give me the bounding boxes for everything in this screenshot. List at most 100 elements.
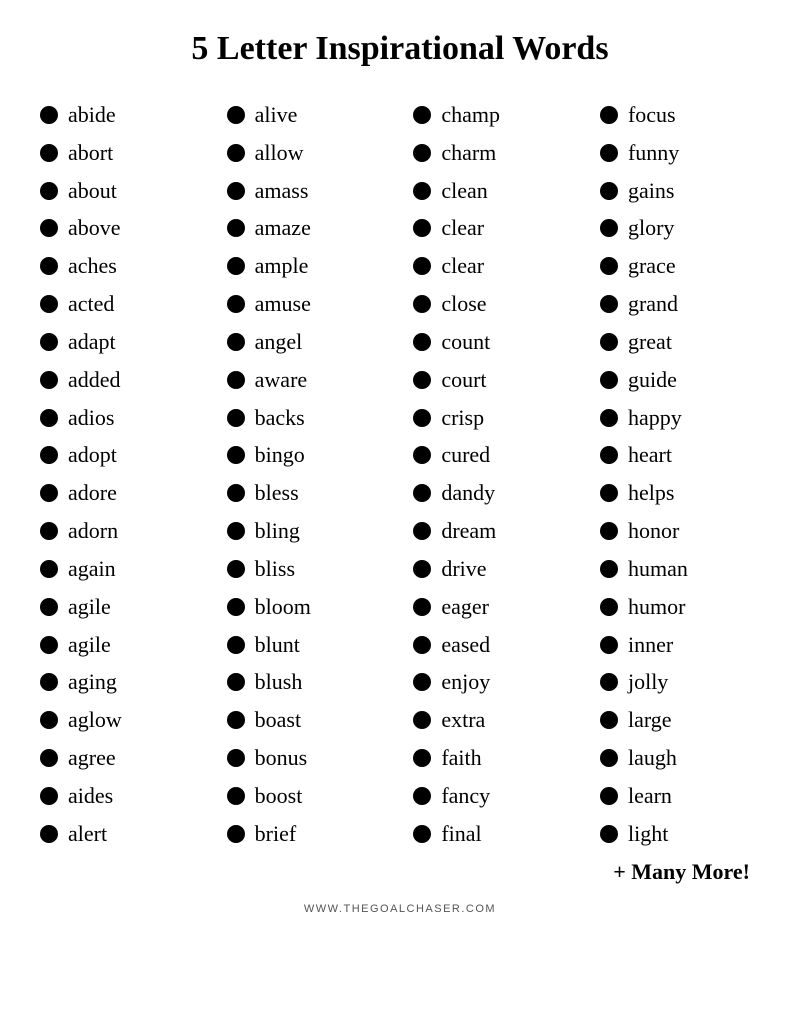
- word-text: alert: [68, 815, 107, 853]
- bullet-icon: [413, 144, 431, 162]
- word-text: inner: [628, 626, 673, 664]
- word-text: clear: [441, 209, 484, 247]
- word-text: learn: [628, 777, 672, 815]
- bullet-icon: [413, 106, 431, 124]
- list-item: human: [600, 550, 760, 588]
- list-item: humor: [600, 588, 760, 626]
- bullet-icon: [40, 144, 58, 162]
- bullet-icon: [40, 673, 58, 691]
- list-item: about: [40, 172, 200, 210]
- list-item: bingo: [227, 436, 387, 474]
- list-item: extra: [413, 701, 573, 739]
- bullet-icon: [40, 333, 58, 351]
- word-text: adore: [68, 474, 117, 512]
- list-item: added: [40, 361, 200, 399]
- list-item: clear: [413, 209, 573, 247]
- list-item: drive: [413, 550, 573, 588]
- bullet-icon: [600, 560, 618, 578]
- list-item: brief: [227, 815, 387, 853]
- list-item: aware: [227, 361, 387, 399]
- bullet-icon: [413, 484, 431, 502]
- bullet-icon: [413, 257, 431, 275]
- word-text: adorn: [68, 512, 118, 550]
- list-item: light: [600, 815, 760, 853]
- bullet-icon: [413, 371, 431, 389]
- bullet-icon: [600, 219, 618, 237]
- list-item: bonus: [227, 739, 387, 777]
- bullet-icon: [227, 106, 245, 124]
- word-text: close: [441, 285, 486, 323]
- list-item: court: [413, 361, 573, 399]
- list-item: agile: [40, 588, 200, 626]
- list-item: agree: [40, 739, 200, 777]
- bullet-icon: [600, 371, 618, 389]
- bullet-icon: [227, 673, 245, 691]
- word-text: court: [441, 361, 486, 399]
- bullet-icon: [600, 295, 618, 313]
- word-text: final: [441, 815, 481, 853]
- bullet-icon: [227, 711, 245, 729]
- bullet-icon: [227, 333, 245, 351]
- list-item: great: [600, 323, 760, 361]
- list-item: clear: [413, 247, 573, 285]
- list-item: bliss: [227, 550, 387, 588]
- list-item: faith: [413, 739, 573, 777]
- bullet-icon: [600, 636, 618, 654]
- word-text: helps: [628, 474, 674, 512]
- list-item: blush: [227, 663, 387, 701]
- bullet-icon: [227, 144, 245, 162]
- list-item: aglow: [40, 701, 200, 739]
- list-item: acted: [40, 285, 200, 323]
- word-text: cured: [441, 436, 490, 474]
- bullet-icon: [227, 787, 245, 805]
- word-text: aging: [68, 663, 117, 701]
- list-item: fancy: [413, 777, 573, 815]
- list-item: aches: [40, 247, 200, 285]
- list-item: crisp: [413, 399, 573, 437]
- word-text: honor: [628, 512, 679, 550]
- word-text: humor: [628, 588, 685, 626]
- bullet-icon: [227, 598, 245, 616]
- word-text: aides: [68, 777, 113, 815]
- list-item: count: [413, 323, 573, 361]
- list-item: blunt: [227, 626, 387, 664]
- word-text: clear: [441, 247, 484, 285]
- list-item: helps: [600, 474, 760, 512]
- list-item: clean: [413, 172, 573, 210]
- list-item: grace: [600, 247, 760, 285]
- word-column-col3: champcharmcleanclearclearclosecountcourt…: [413, 96, 573, 853]
- list-item: adorn: [40, 512, 200, 550]
- list-item: happy: [600, 399, 760, 437]
- word-text: abort: [68, 134, 113, 172]
- bullet-icon: [413, 711, 431, 729]
- list-item: gains: [600, 172, 760, 210]
- word-text: bless: [255, 474, 299, 512]
- word-text: crisp: [441, 399, 484, 437]
- list-item: guide: [600, 361, 760, 399]
- word-text: bloom: [255, 588, 311, 626]
- bullet-icon: [413, 636, 431, 654]
- bullet-icon: [40, 636, 58, 654]
- list-item: eager: [413, 588, 573, 626]
- bullet-icon: [40, 560, 58, 578]
- bullet-icon: [40, 219, 58, 237]
- list-item: funny: [600, 134, 760, 172]
- word-text: again: [68, 550, 116, 588]
- word-text: adios: [68, 399, 114, 437]
- word-text: count: [441, 323, 490, 361]
- bullet-icon: [413, 825, 431, 843]
- bullet-icon: [600, 333, 618, 351]
- list-item: adopt: [40, 436, 200, 474]
- bullet-icon: [227, 257, 245, 275]
- list-item: alive: [227, 96, 387, 134]
- bullet-icon: [600, 409, 618, 427]
- bullet-icon: [413, 219, 431, 237]
- word-text: guide: [628, 361, 677, 399]
- bullet-icon: [413, 522, 431, 540]
- word-column-col1: abideabortaboutaboveachesactedadaptadded…: [40, 96, 200, 853]
- bullet-icon: [600, 522, 618, 540]
- bullet-icon: [40, 598, 58, 616]
- word-text: allow: [255, 134, 304, 172]
- list-item: cured: [413, 436, 573, 474]
- list-item: honor: [600, 512, 760, 550]
